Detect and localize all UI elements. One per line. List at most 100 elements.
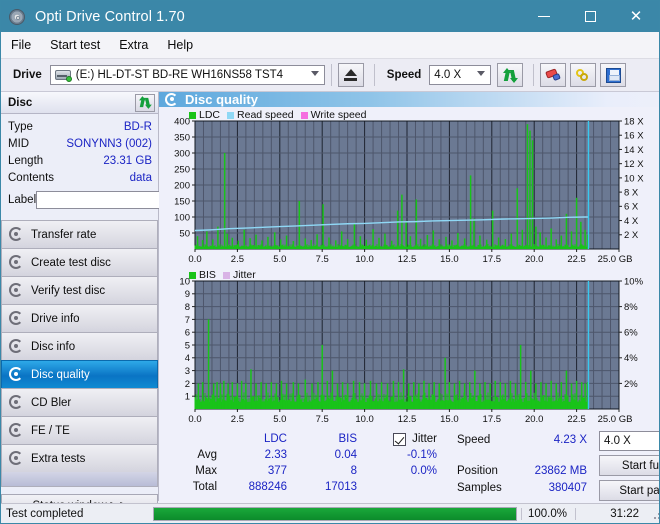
svg-text:12.5: 12.5 bbox=[398, 414, 417, 425]
legend-swatch bbox=[189, 111, 196, 119]
sidebar-item-create-test-disc[interactable]: Create test disc bbox=[1, 248, 158, 276]
stats-col-bis: BIS bbox=[338, 433, 357, 445]
svg-text:4: 4 bbox=[185, 353, 190, 364]
toolbar-divider-3 bbox=[533, 64, 535, 86]
start-part-button[interactable]: Start part bbox=[599, 480, 659, 501]
drive-select[interactable]: (E:) HL-DT-ST BD-RE WH16NS58 TST4 bbox=[49, 65, 325, 85]
svg-text:16 X: 16 X bbox=[624, 131, 644, 142]
sidebar-item-verify-test-disc[interactable]: Verify test disc bbox=[1, 276, 158, 304]
svg-text:10.0: 10.0 bbox=[355, 414, 374, 425]
save-button[interactable] bbox=[600, 63, 627, 87]
sidebar-item-extra-tests[interactable]: Extra tests bbox=[1, 444, 158, 472]
progress-bar bbox=[153, 506, 517, 521]
sidebar-item-label: Disc info bbox=[31, 340, 76, 353]
stats-max-bis: 8 bbox=[350, 465, 357, 477]
progress-percent: 100.0% bbox=[521, 507, 575, 520]
speed-select[interactable]: 4.0 X bbox=[429, 65, 492, 85]
jitter-checkbox[interactable] bbox=[393, 432, 407, 446]
disc-contents-value: data bbox=[129, 171, 152, 184]
chevron-down-icon bbox=[477, 71, 486, 76]
resize-grip-icon[interactable] bbox=[649, 508, 659, 520]
legend-item: Read speed bbox=[227, 109, 294, 121]
legend-swatch bbox=[227, 111, 235, 119]
stats-col-ldc: LDC bbox=[263, 433, 287, 445]
svg-text:22.5: 22.5 bbox=[567, 414, 586, 425]
stats-row-max-label: Max bbox=[195, 465, 217, 477]
start-full-button[interactable]: Start full bbox=[599, 455, 659, 476]
samples-label: Samples bbox=[457, 481, 502, 494]
menu-file[interactable]: File bbox=[11, 38, 31, 52]
title-bar: Opti Drive Control 1.70 ✕ bbox=[1, 1, 659, 32]
disc-type-value: BD-R bbox=[123, 120, 152, 133]
test-speed-select[interactable]: 4.0 X bbox=[599, 431, 659, 451]
window-title: Opti Drive Control 1.70 bbox=[35, 8, 185, 25]
samples-row: Samples 380407 bbox=[457, 479, 587, 496]
minimize-button[interactable] bbox=[521, 1, 567, 32]
sidebar-item-cd-bler[interactable]: CD Bler bbox=[1, 388, 158, 416]
drive-label: Drive bbox=[13, 69, 42, 81]
links-button[interactable] bbox=[570, 63, 597, 87]
svg-text:400: 400 bbox=[174, 116, 190, 127]
svg-text:9: 9 bbox=[185, 289, 190, 300]
svg-text:12.5: 12.5 bbox=[398, 254, 417, 265]
close-button[interactable]: ✕ bbox=[613, 1, 659, 32]
svg-text:8: 8 bbox=[185, 302, 190, 313]
sidebar-item-disc-quality[interactable]: Disc quality bbox=[1, 360, 158, 388]
sidebar-item-transfer-rate[interactable]: Transfer rate bbox=[1, 220, 158, 248]
svg-text:6%: 6% bbox=[624, 328, 638, 339]
disc-label-label: Label bbox=[8, 193, 37, 206]
disc-contents-label: Contents bbox=[8, 171, 55, 184]
svg-text:5.0: 5.0 bbox=[273, 254, 286, 265]
menu-start-test[interactable]: Start test bbox=[50, 38, 100, 52]
table-row: Avg 2.33 0.04 -0.1% bbox=[167, 447, 441, 463]
svg-text:0.0: 0.0 bbox=[188, 414, 201, 425]
svg-text:6: 6 bbox=[185, 328, 190, 339]
legend-swatch bbox=[222, 271, 230, 279]
disc-icon bbox=[9, 227, 24, 242]
legend-item: Write speed bbox=[300, 109, 367, 121]
status-bar: Test completed 100.0% 31:22 bbox=[1, 503, 659, 523]
chevron-down-icon bbox=[310, 71, 319, 76]
disc-icon bbox=[9, 451, 24, 466]
menu-bar: File Start test Extra Help bbox=[1, 32, 659, 59]
chart-bis-jitter: 1098765432110%8%6%4%2%0.0 2.5 5.0 7.5 10.0 12… bbox=[179, 276, 644, 425]
erase-button[interactable] bbox=[540, 63, 567, 87]
error-statistics-table: LDC BIS Jitter Avg 2.33 0.04 -0.1% Max 3… bbox=[159, 431, 449, 505]
svg-text:4%: 4% bbox=[624, 353, 638, 364]
disc-refresh-button[interactable] bbox=[135, 93, 155, 112]
svg-text:350: 350 bbox=[174, 132, 190, 143]
stats-max-ldc: 377 bbox=[267, 465, 287, 477]
svg-text:2.5: 2.5 bbox=[231, 254, 244, 265]
svg-text:10%: 10% bbox=[624, 276, 644, 287]
menu-help[interactable]: Help bbox=[167, 38, 193, 52]
svg-text:15.0: 15.0 bbox=[440, 254, 459, 265]
status-message: Test completed bbox=[6, 507, 84, 520]
legend-item: LDC bbox=[189, 109, 220, 121]
opti-drive-control-window: Opti Drive Control 1.70 ✕ File Start tes… bbox=[0, 0, 660, 524]
stats-avg-ldc: 2.33 bbox=[264, 449, 287, 461]
svg-text:6 X: 6 X bbox=[624, 202, 639, 213]
stats-row-avg-label: Avg bbox=[197, 449, 217, 461]
chart2-legend: BIS Jitter bbox=[189, 269, 263, 281]
refresh-button[interactable] bbox=[497, 63, 524, 87]
eject-button[interactable] bbox=[337, 63, 364, 87]
page-title: Disc quality bbox=[185, 92, 258, 107]
sidebar-item-drive-info[interactable]: Drive info bbox=[1, 304, 158, 332]
chart-bis-jitter-wrap: BIS Jitter 10 9 8 7 6 5 4 3 2 1 10% 8% 6% 4% 2% 0.0 2.5 5.… bbox=[159, 267, 659, 427]
disc-info-row-type: Type BD-R bbox=[8, 118, 152, 135]
svg-text:5.0: 5.0 bbox=[273, 414, 286, 425]
disc-panel-header: Disc bbox=[1, 92, 158, 114]
disc-info-row-contents: Contents data bbox=[8, 169, 152, 186]
stats-avg-bis: 0.04 bbox=[334, 449, 357, 461]
menu-extra[interactable]: Extra bbox=[119, 38, 148, 52]
svg-text:0.0: 0.0 bbox=[188, 254, 201, 265]
svg-text:100: 100 bbox=[174, 212, 190, 223]
sidebar-item-disc-info[interactable]: Disc info bbox=[1, 332, 158, 360]
disc-label-row: Label bbox=[8, 188, 240, 211]
chart-ldc-readspeed-wrap: LDC Read speed Write speed 400 350 300 250 200… bbox=[159, 107, 659, 267]
main-area: Disc Type BD-R MID SONYNN3 (002) Length … bbox=[1, 92, 659, 518]
stats-total-bis: 17013 bbox=[325, 481, 357, 493]
legend-label: Jitter bbox=[232, 269, 256, 281]
maximize-button[interactable] bbox=[567, 1, 613, 32]
sidebar-item-fe-te[interactable]: FE / TE bbox=[1, 416, 158, 444]
